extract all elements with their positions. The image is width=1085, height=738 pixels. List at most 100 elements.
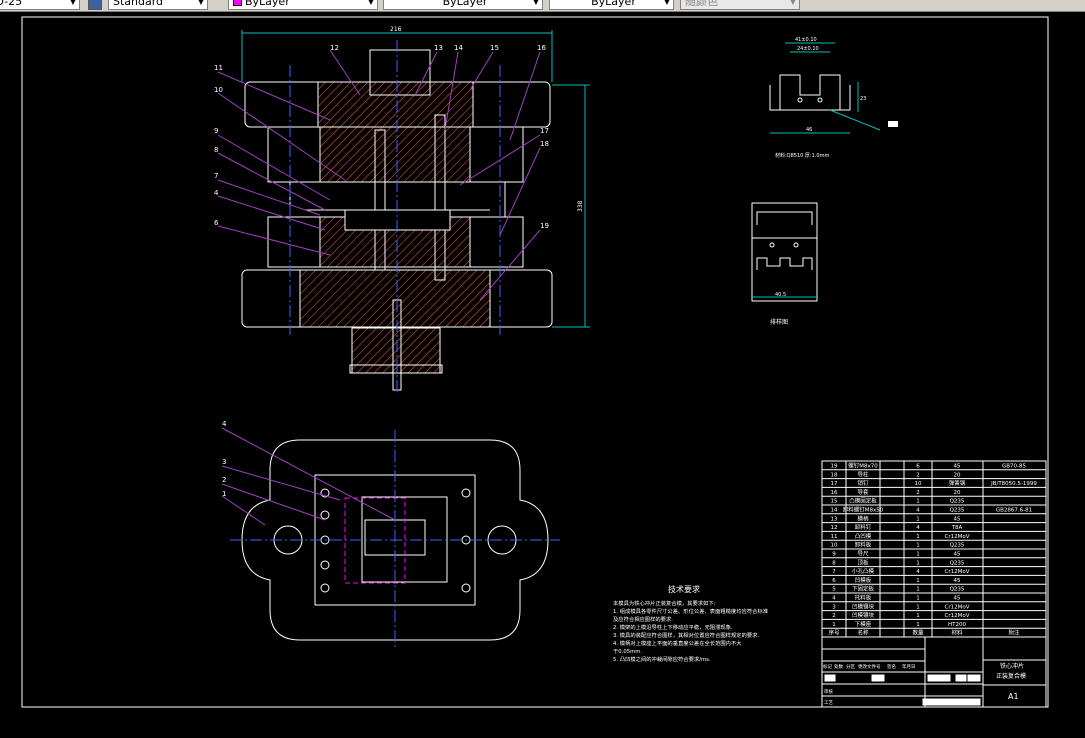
svg-text:23: 23 [860, 96, 866, 102]
svg-text:10: 10 [214, 86, 223, 94]
parts-cell: 螺钉M8x70 [848, 462, 878, 470]
svg-text:签名: 签名 [887, 663, 896, 670]
parts-cell: Cr12MoV [945, 613, 970, 619]
parts-cell: 16 [831, 490, 838, 496]
parts-cell: 导套 [857, 488, 869, 496]
parts-cell: 1 [916, 534, 920, 540]
parts-cell: 1 [916, 604, 920, 610]
chevron-down-icon: ▼ [197, 0, 204, 6]
parts-cell: Q235 [950, 543, 965, 549]
svg-text:14: 14 [454, 44, 463, 52]
color-swatch [233, 0, 242, 6]
svg-text:分区: 分区 [846, 663, 855, 670]
svg-text:15: 15 [490, 44, 499, 52]
svg-text:5. 凸凹模之间的冲裁间隙应符合要求/ms.: 5. 凸凹模之间的冲裁间隙应符合要求/ms. [613, 655, 711, 663]
parts-cell: 凸凹模 [855, 532, 872, 540]
dim-height: 338 [577, 200, 584, 212]
parts-cell: 6 [916, 464, 920, 470]
svg-text:16: 16 [537, 44, 546, 52]
parts-header: 材料 [951, 629, 963, 637]
svg-text:4: 4 [214, 189, 219, 197]
svg-text:于0.05mm.: 于0.05mm. [613, 648, 642, 655]
svg-text:13: 13 [434, 44, 443, 52]
properties-toolbar: ISO-25▼ Standard▼ ByLayer▼ ByLayer▼ ByLa… [0, 0, 1085, 12]
svg-text:46: 46 [806, 127, 812, 133]
parts-cell: 托料板 [855, 594, 872, 602]
svg-text:24±0.10: 24±0.10 [797, 46, 819, 52]
parts-cell: Cr12MoV [945, 569, 970, 575]
parts-cell: 20 [954, 490, 961, 496]
parts-cell: 凹模板 [855, 576, 872, 584]
parts-cell: 1 [916, 560, 920, 566]
parts-cell: 顶板 [857, 558, 869, 566]
color-dropdown[interactable]: ByLayer ▼ [228, 0, 378, 10]
parts-cell: 卸料钉 [855, 523, 872, 531]
lineweight-dropdown[interactable]: ByLayer ▼ [549, 0, 674, 10]
svg-text:40.5: 40.5 [775, 292, 786, 298]
parts-cell: 卸料板 [855, 541, 872, 549]
svg-text:19: 19 [540, 222, 549, 230]
parts-cell: 45 [954, 596, 961, 602]
parts-cell: 12 [831, 525, 838, 531]
svg-text:4: 4 [222, 420, 227, 428]
parts-cell: 19 [831, 464, 838, 470]
parts-cell: 6 [832, 578, 836, 584]
parts-cell: 1 [916, 552, 920, 558]
parts-cell: 1 [832, 622, 836, 628]
parts-cell: Q235 [950, 508, 965, 514]
svg-text:2. 模架的上模沿导柱上下移动应平稳，无阻滞现象.: 2. 模架的上模沿导柱上下移动应平稳，无阻滞现象. [613, 623, 733, 631]
svg-text:处数: 处数 [834, 663, 843, 670]
linetype-dropdown[interactable]: ByLayer ▼ [383, 0, 543, 10]
svg-text:41±0.10: 41±0.10 [795, 37, 817, 43]
svg-text:正装复合模: 正装复合模 [996, 672, 1026, 680]
parts-cell: 2 [916, 490, 920, 496]
parts-cell: 导柱 [857, 470, 869, 478]
parts-cell: 8 [832, 560, 836, 566]
svg-text:9: 9 [214, 127, 218, 135]
strip-label: 排样图 [770, 318, 788, 326]
parts-cell: 13 [831, 516, 838, 522]
parts-cell: 1 [916, 543, 920, 549]
parts-cell: HT200 [948, 622, 966, 628]
parts-cell: 2 [832, 613, 836, 619]
parts-cell: 卸料螺钉M8x50 [843, 506, 884, 514]
parts-cell: 4 [916, 569, 920, 575]
cad-drawing: 216 338 11 10 9 8 7 4 6 12 13 14 15 16 1… [21, 16, 1049, 708]
parts-cell: Q235 [950, 499, 965, 505]
parts-cell: 4 [832, 596, 836, 602]
svg-text:4. 模柄对上模座上平面的垂直度公差在全长范围内不大: 4. 模柄对上模座上平面的垂直度公差在全长范围内不大 [613, 639, 742, 647]
parts-cell: 凸模固定板 [849, 497, 877, 505]
parts-cell: 下固定板 [852, 585, 875, 593]
svg-text:3. 模具的装配应符合图样，其相对位置应符合图样规定的要求: 3. 模具的装配应符合图样，其相对位置应符合图样规定的要求. [613, 631, 759, 639]
svg-text:标记: 标记 [823, 663, 832, 670]
parts-cell: Q235 [950, 587, 965, 593]
parts-cell: 9 [832, 552, 836, 558]
tablestyle-dropdown[interactable]: Standard ▼ [108, 0, 208, 10]
tablestyle-icon[interactable] [88, 0, 102, 10]
svg-text:12: 12 [330, 44, 339, 52]
svg-text:工艺: 工艺 [824, 700, 833, 706]
svg-text:1. 组成模具各零件尺寸公差、形位公差、表面粗糙度均应符合: 1. 组成模具各零件尺寸公差、形位公差、表面粗糙度均应符合标准 [613, 607, 769, 615]
svg-text:技术要求: 技术要求 [668, 584, 700, 594]
svg-text:更改文件号: 更改文件号 [858, 663, 881, 670]
parts-cell: 45 [954, 578, 961, 584]
plotstyle-dropdown[interactable]: 随颜色 ▼ [680, 0, 800, 10]
svg-text:3: 3 [222, 458, 226, 466]
parts-cell: 45 [954, 464, 961, 470]
parts-cell: JB/T8050.5-1999 [990, 481, 1037, 487]
parts-cell: 下模座 [855, 620, 872, 628]
drawing-canvas[interactable]: 216 338 11 10 9 8 7 4 6 12 13 14 15 16 1… [0, 12, 1085, 734]
svg-text:11: 11 [214, 64, 223, 72]
parts-cell: 小孔凸模 [852, 567, 875, 575]
parts-cell: T8A [951, 525, 963, 531]
part-detail [769, 74, 851, 111]
parts-cell: 弹簧钢 [949, 479, 966, 487]
parts-cell: 18 [831, 472, 838, 478]
svg-text:1: 1 [222, 490, 226, 498]
parts-cell: 7 [832, 569, 836, 575]
dimstyle-dropdown[interactable]: ISO-25▼ [0, 0, 80, 10]
material-note: 材料:Q8510 厚:1.0mm [775, 152, 829, 159]
parts-cell: 10 [915, 481, 922, 487]
svg-text:7: 7 [214, 172, 218, 180]
svg-text:及应符合相应图样的要求.: 及应符合相应图样的要求. [613, 615, 673, 623]
